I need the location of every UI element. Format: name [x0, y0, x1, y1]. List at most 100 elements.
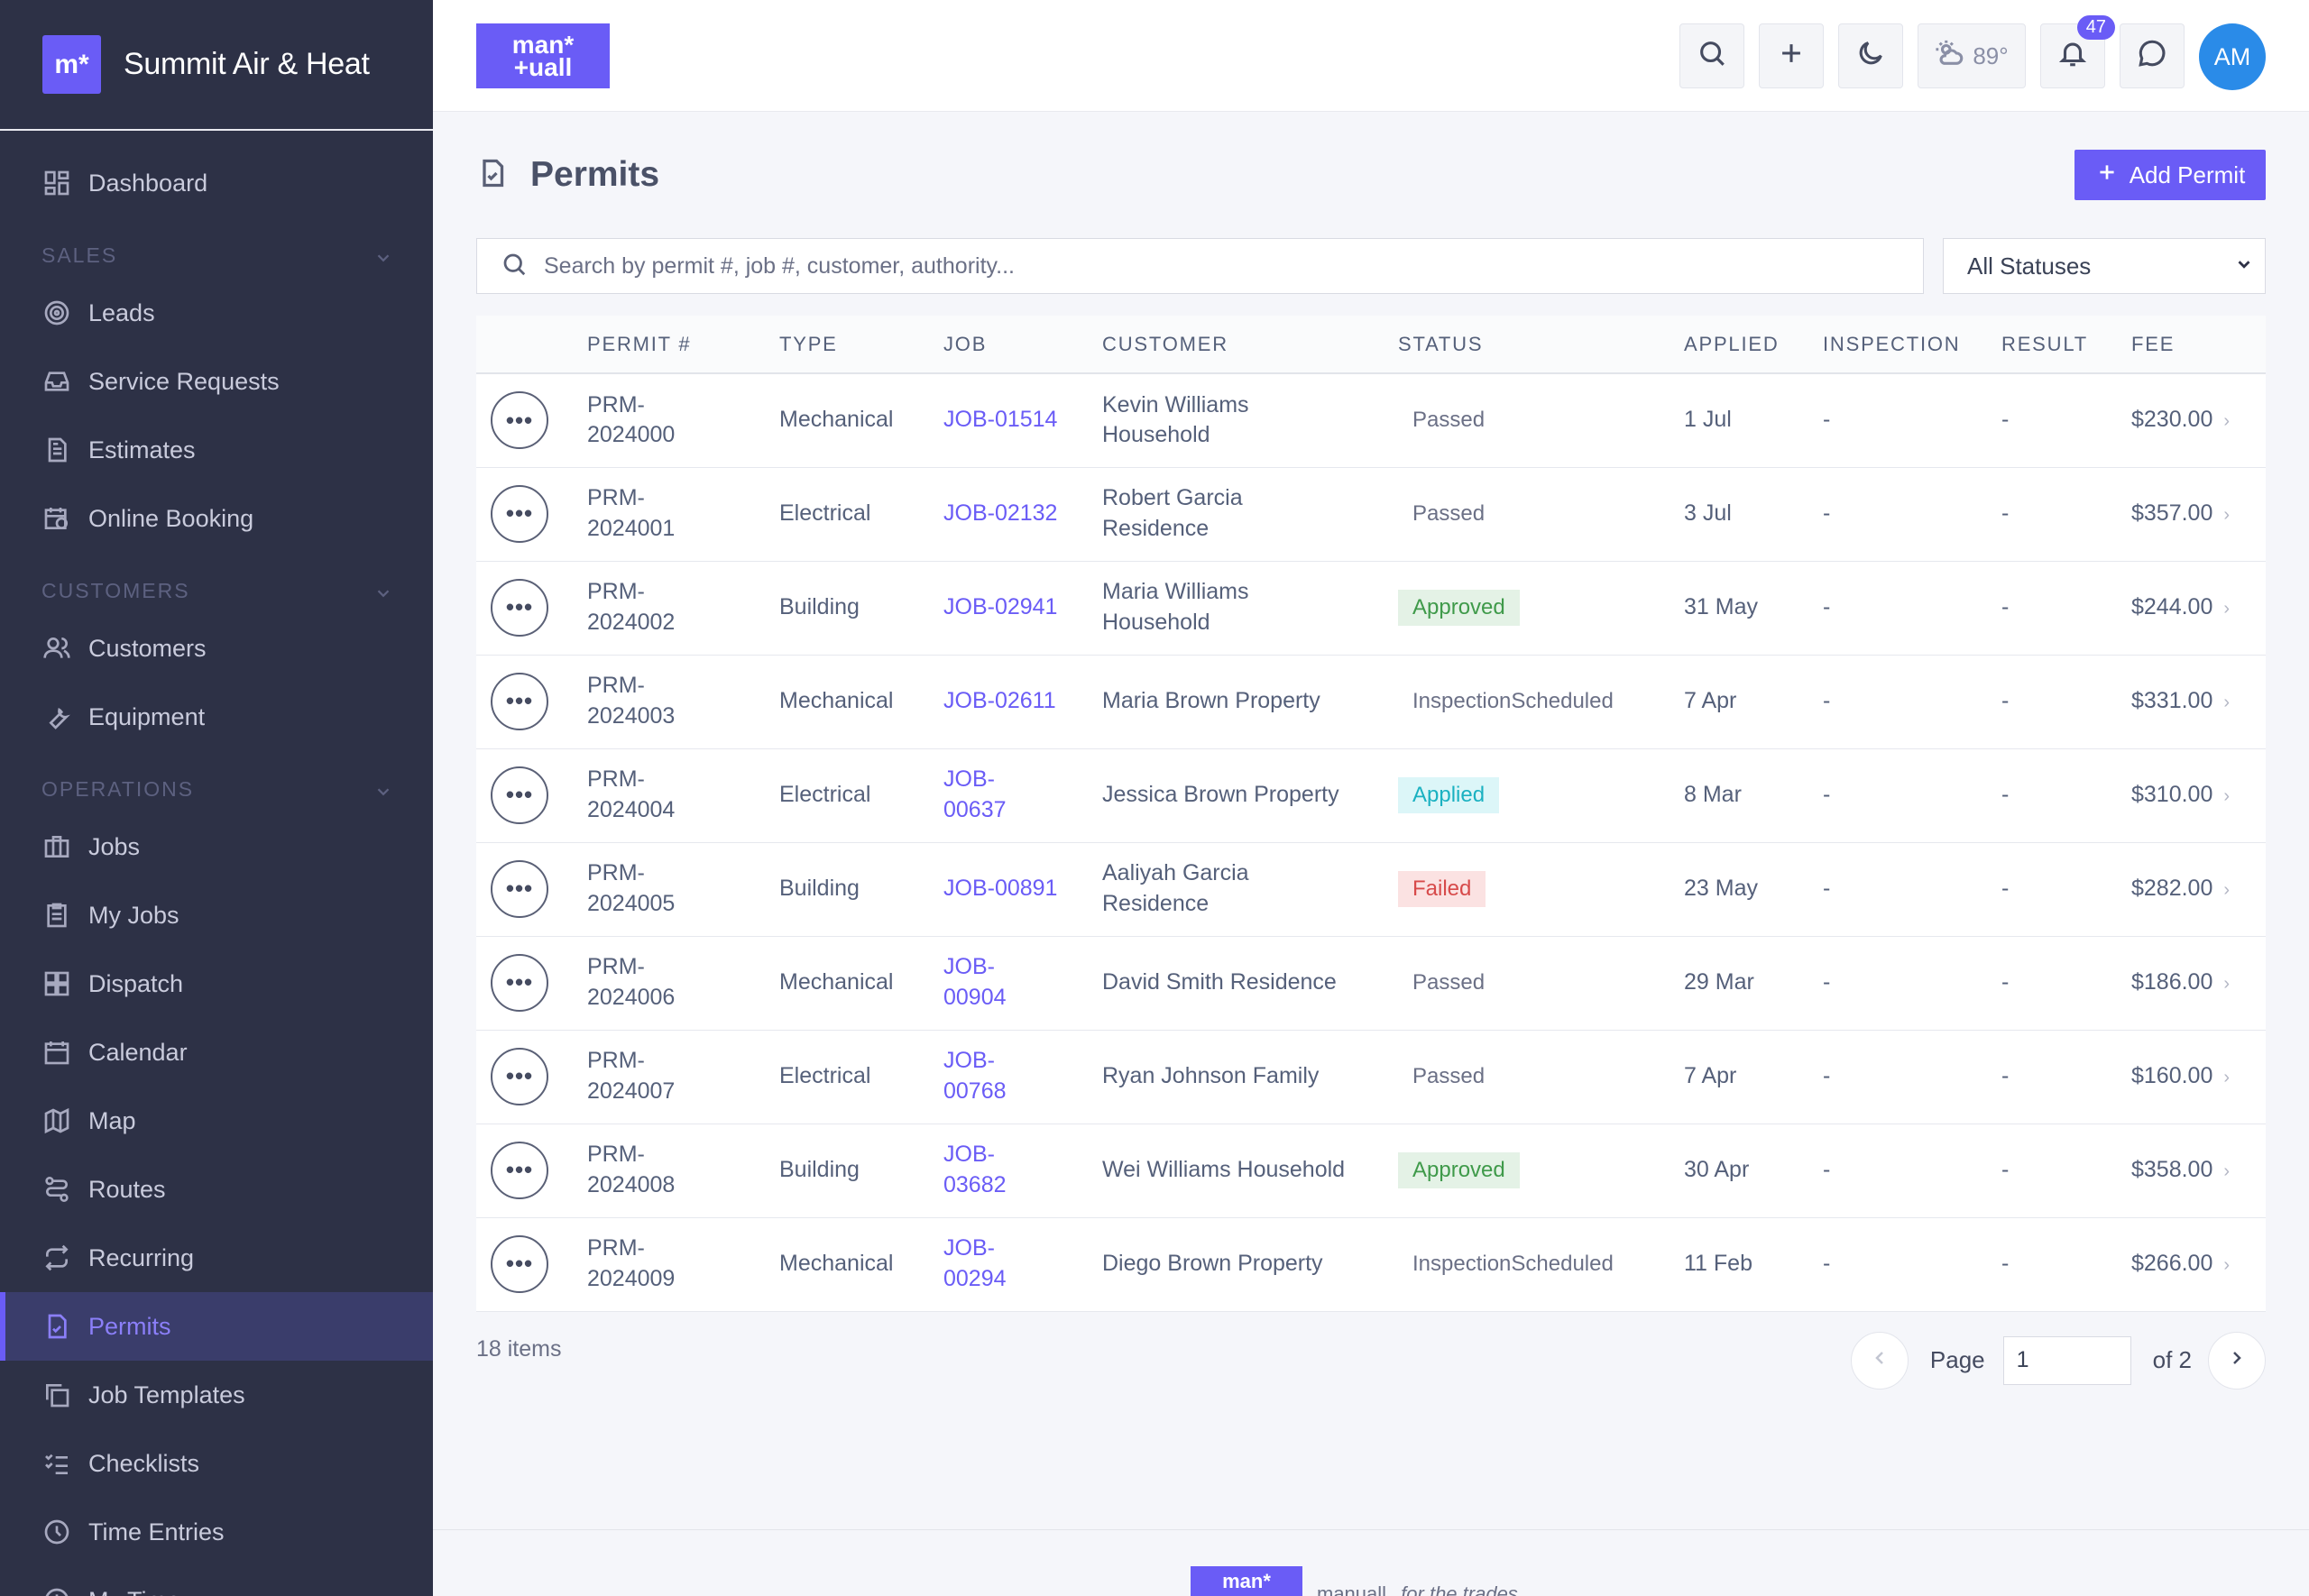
- file-check-icon: [476, 157, 509, 194]
- sidebar-item-calendar[interactable]: Calendar: [0, 1018, 433, 1087]
- chevron-right-icon: ›: [2223, 505, 2231, 526]
- user-avatar[interactable]: AM: [2199, 23, 2266, 90]
- theme-toggle-button[interactable]: [1838, 23, 1903, 88]
- table-row[interactable]: ••• PRM- 2024000 Mechanical JOB-01514 Kevin W…: [476, 373, 2266, 468]
- table-row[interactable]: ••• PRM- 2024004 Electrical JOB- 00637 Jessica…: [476, 748, 2266, 843]
- search-input[interactable]: [544, 252, 1897, 280]
- table-row[interactable]: ••• PRM- 2024001 Electrical JOB-02132 Robert …: [476, 467, 2266, 562]
- column-header-type[interactable]: TYPE: [779, 316, 943, 374]
- column-header-inspection[interactable]: INSPECTION: [1823, 316, 2001, 374]
- section-customers[interactable]: CUSTOMERS: [0, 553, 433, 614]
- app-logo[interactable]: man* +uall: [476, 23, 610, 88]
- row-menu-button[interactable]: •••: [491, 1142, 548, 1199]
- table-row[interactable]: ••• PRM- 2024002 Building JOB-02941 Maria Wil…: [476, 561, 2266, 656]
- row-menu-button[interactable]: •••: [491, 579, 548, 637]
- sidebar-item-leads[interactable]: Leads: [0, 279, 433, 347]
- row-menu-button[interactable]: •••: [491, 1048, 548, 1105]
- quick-add-button[interactable]: [1759, 23, 1824, 88]
- table-row[interactable]: ••• PRM- 2024009 Mechanical JOB- 00294 Diego B…: [476, 1217, 2266, 1312]
- column-header-permit[interactable]: PERMIT #: [587, 316, 779, 374]
- row-menu-button[interactable]: •••: [491, 1235, 548, 1293]
- customer-name-part: Maria Williams: [1102, 579, 1249, 605]
- copy-icon: [41, 1380, 72, 1410]
- job-cell: JOB- 00904: [943, 936, 1102, 1031]
- sidebar-item-service-requests[interactable]: Service Requests: [0, 347, 433, 416]
- sidebar-nav: Dashboard SALES Leads Service Requests E…: [0, 131, 433, 1596]
- notifications-button[interactable]: 47: [2040, 15, 2115, 88]
- column-header-result[interactable]: RESULT: [2001, 316, 2131, 374]
- customer-name-part: Robert Garcia: [1102, 485, 1243, 511]
- table-row[interactable]: ••• PRM- 2024007 Electrical JOB- 00768 Ryan Jo…: [476, 1030, 2266, 1124]
- row-menu-button[interactable]: •••: [491, 391, 548, 450]
- row-menu-button[interactable]: •••: [491, 860, 548, 918]
- brand[interactable]: m* Summit Air & Heat: [0, 0, 433, 131]
- permit-number-part: 2024007: [587, 1078, 676, 1104]
- previous-page-button[interactable]: [1850, 1331, 1909, 1390]
- sidebar-item-recurring[interactable]: Recurring: [0, 1224, 433, 1292]
- sidebar-item-time-entries[interactable]: Time Entries: [0, 1498, 433, 1566]
- more-horizontal-icon: •••: [505, 1250, 534, 1278]
- job-link[interactable]: JOB-02941: [943, 594, 1057, 619]
- job-link[interactable]: JOB- 00294: [943, 1235, 1007, 1291]
- row-menu-button[interactable]: •••: [491, 954, 548, 1012]
- permit-number-part: PRM-: [587, 673, 645, 699]
- column-header-fee[interactable]: FEE: [2131, 316, 2266, 374]
- sidebar-item-permits[interactable]: Permits: [0, 1292, 433, 1361]
- sidebar-item-job-templates[interactable]: Job Templates: [0, 1361, 433, 1429]
- row-actions-cell: •••: [476, 561, 587, 656]
- job-link[interactable]: JOB- 00904: [943, 954, 1007, 1010]
- status-filter-select[interactable]: All Statuses: [1943, 238, 2266, 294]
- column-header-customer[interactable]: CUSTOMER: [1102, 316, 1398, 374]
- chevron-right-icon: ›: [2223, 974, 2231, 995]
- job-link[interactable]: JOB-02611: [943, 688, 1056, 713]
- sidebar-item-customers[interactable]: Customers: [0, 614, 433, 683]
- row-menu-button[interactable]: •••: [491, 485, 548, 543]
- sidebar-item-my-jobs[interactable]: My Jobs: [0, 881, 433, 949]
- permit-number-part: PRM-: [587, 485, 645, 511]
- sidebar-item-online-booking[interactable]: Online Booking: [0, 484, 433, 553]
- section-operations[interactable]: OPERATIONS: [0, 751, 433, 812]
- sidebar-item-dispatch[interactable]: Dispatch: [0, 949, 433, 1018]
- job-link[interactable]: JOB- 00637: [943, 766, 1007, 822]
- search-button[interactable]: [1679, 23, 1744, 88]
- sidebar-item-jobs[interactable]: Jobs: [0, 812, 433, 881]
- column-header-status[interactable]: STATUS: [1398, 316, 1684, 374]
- sidebar-item-routes[interactable]: Routes: [0, 1155, 433, 1224]
- section-sales[interactable]: SALES: [0, 217, 433, 279]
- table-row[interactable]: ••• PRM- 2024008 Building JOB- 03682 Wei Willi…: [476, 1124, 2266, 1218]
- plus-icon: [1776, 38, 1807, 75]
- column-header-applied[interactable]: APPLIED: [1684, 316, 1823, 374]
- filters: All Statuses: [476, 238, 2266, 294]
- fee-cell: $230.00 ›: [2131, 373, 2266, 468]
- row-menu-button[interactable]: •••: [491, 766, 548, 824]
- sidebar-item-checklists[interactable]: Checklists: [0, 1429, 433, 1498]
- table-row[interactable]: ••• PRM- 2024005 Building JOB-00891 Aaliyah G…: [476, 842, 2266, 937]
- row-menu-button[interactable]: •••: [491, 673, 548, 730]
- job-number-part: JOB-: [943, 1048, 995, 1074]
- weather-widget[interactable]: 89°: [1918, 23, 2026, 88]
- sidebar-item-equipment[interactable]: Equipment: [0, 683, 433, 751]
- next-page-button[interactable]: [2208, 1331, 2266, 1390]
- status-cell: Passed: [1398, 467, 1684, 562]
- status-badge: Approved: [1398, 589, 1520, 627]
- job-link[interactable]: JOB- 00768: [943, 1048, 1007, 1104]
- permit-cell: PRM- 2024006: [587, 936, 779, 1031]
- sidebar-item-my-time[interactable]: My Time: [0, 1566, 433, 1596]
- job-cell: JOB- 03682: [943, 1124, 1102, 1218]
- messages-button[interactable]: [2120, 23, 2185, 88]
- fee-cell: $358.00 ›: [2131, 1124, 2266, 1218]
- table-row[interactable]: ••• PRM- 2024006 Mechanical JOB- 00904 David S…: [476, 936, 2266, 1031]
- sidebar-item-dashboard[interactable]: Dashboard: [0, 149, 433, 217]
- job-link[interactable]: JOB-02132: [943, 500, 1057, 526]
- sidebar-item-map[interactable]: Map: [0, 1087, 433, 1155]
- add-permit-button[interactable]: Add Permit: [2074, 150, 2266, 200]
- table-row[interactable]: ••• PRM- 2024003 Mechanical JOB-02611 Maria B…: [476, 655, 2266, 749]
- sidebar-item-label: My Time: [88, 1587, 180, 1596]
- job-link[interactable]: JOB-01514: [943, 407, 1057, 432]
- column-header-job[interactable]: JOB: [943, 316, 1102, 374]
- sidebar-item-estimates[interactable]: Estimates: [0, 416, 433, 484]
- job-link[interactable]: JOB-00891: [943, 876, 1057, 901]
- page-number-input[interactable]: [2002, 1335, 2131, 1385]
- job-link[interactable]: JOB- 03682: [943, 1142, 1007, 1197]
- more-horizontal-icon: •••: [505, 968, 534, 996]
